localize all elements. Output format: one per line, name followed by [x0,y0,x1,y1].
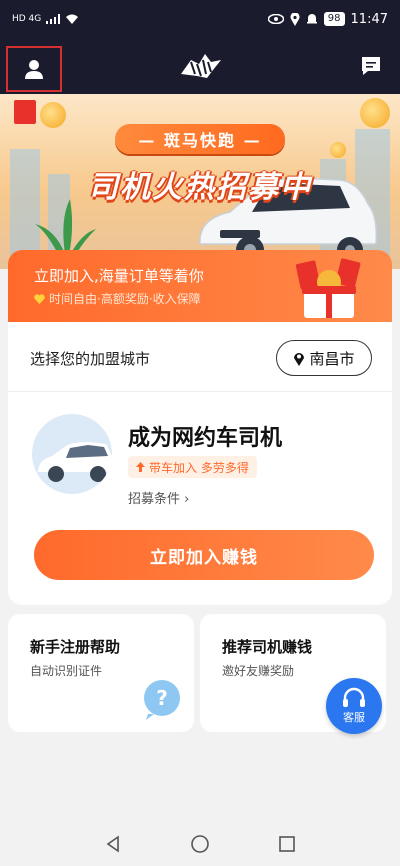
location-icon [290,12,300,26]
back-icon[interactable] [104,835,122,853]
user-icon [25,60,43,79]
driver-tag-text: 带车加入 多劳多得 [149,460,249,475]
message-button[interactable] [360,55,382,77]
promo-strip: 立即加入,海量订单等着你 时间自由·高额奖励·收入保障 [8,250,392,322]
eye-icon [267,14,284,24]
heart-icon [34,293,45,304]
driver-car-avatar [32,414,112,494]
register-help-title: 新手注册帮助 [30,638,121,656]
wifi-icon [66,14,79,24]
customer-service-label: 客服 [343,711,365,724]
app-header [0,38,400,94]
banner-ribbon: — 斑马快跑 — [115,124,285,154]
city-label: 选择您的加盟城市 [30,350,151,368]
signal-icon [46,14,61,24]
join-card: 立即加入,海量订单等着你 时间自由·高额奖励·收入保障 选择您的加盟城市 南昌市 [8,250,392,605]
recruit-conditions-link[interactable]: 招募条件 › [128,488,189,507]
promo-title: 立即加入,海量订单等着你 [34,267,204,285]
register-help-card[interactable]: 新手注册帮助 自动识别证件 ? [8,614,194,732]
red-envelope-decoration [14,100,36,124]
gift-box-icon [295,258,361,318]
promo-subtitle-row: 时间自由·高额奖励·收入保障 [34,290,201,307]
user-profile-button[interactable] [6,46,62,92]
promo-subtitle: 时间自由·高额奖励·收入保障 [49,292,201,306]
recruit-banner[interactable]: — 斑马快跑 — 司机火热招募中 [0,94,400,269]
message-icon [362,57,380,75]
driver-tag: 带车加入 多劳多得 [128,456,257,478]
svg-text:?: ? [156,686,168,710]
headset-icon [343,687,365,707]
coin-decoration [330,142,346,158]
driver-title: 成为网约车司机 [128,426,283,451]
city-row: 选择您的加盟城市 南昌市 [8,322,392,392]
location-pin-icon [294,352,305,366]
status-right: 98 11:47 [267,11,388,27]
coin-decoration [360,98,390,128]
city-value: 南昌市 [309,349,355,368]
customer-service-button[interactable]: 客服 [326,678,382,734]
help-bubble-icon: ? [144,680,180,720]
arrow-up-icon [136,462,145,472]
driver-section: 成为网约车司机 带车加入 多劳多得 招募条件 › 立即加入赚钱 [8,392,392,605]
status-bar: HD 4G 98 11:47 [0,0,400,38]
alarm-icon [306,14,317,24]
battery-indicator: 98 [323,12,345,26]
banner-title: 司机火热招募中 [88,170,312,205]
city-selector-button[interactable]: 南昌市 [276,340,372,376]
recent-apps-icon[interactable] [278,835,296,853]
zebra-logo-icon [181,54,221,78]
home-icon[interactable] [190,834,210,854]
network-indicator: HD 4G [12,14,42,24]
clock: 11:47 [350,11,388,27]
recommend-driver-title: 推荐司机赚钱 [222,638,313,656]
system-nav-bar [0,822,400,866]
register-help-subtitle: 自动识别证件 [30,664,103,678]
car-icon [38,442,112,482]
recommend-driver-subtitle: 邀好友赚奖励 [222,664,295,678]
join-earn-button[interactable]: 立即加入赚钱 [34,530,374,580]
status-left: HD 4G [12,14,79,25]
coin-decoration [40,102,66,128]
